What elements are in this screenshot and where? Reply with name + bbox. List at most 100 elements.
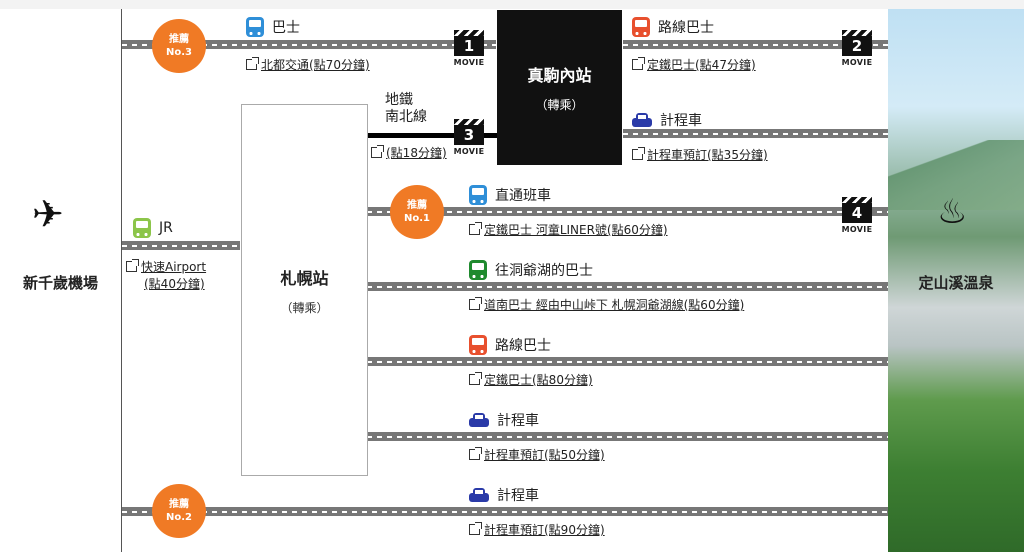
movie-button-1[interactable]: 1 MOVIE (453, 30, 485, 67)
route-bus-mid-link[interactable]: 定鐵巴士(點80分鐘) (469, 371, 593, 388)
route-track-route-bus (367, 357, 888, 366)
bus-icon (469, 335, 487, 355)
sapporo-station-name: 札幌站 (280, 268, 329, 288)
badge-label: 推薦 (407, 200, 427, 211)
external-link-icon (371, 145, 384, 158)
route-bus-right-link[interactable]: 定鐵巴士(點47分鐘) (632, 56, 756, 73)
external-link-icon (469, 522, 482, 535)
route-toya-label: 往洞爺湖的巴士 (469, 260, 593, 280)
route-bus-top-label: 巴士 (246, 17, 300, 37)
recommend-badge-no1: 推薦 No.1 (390, 185, 444, 239)
top-bar (0, 0, 1024, 9)
link-text: 計程車預訂(點50分鐘) (484, 448, 605, 462)
route-track-toya (367, 282, 888, 291)
route-direct-link[interactable]: 定鐵巴士 河童LINER號(點60分鐘) (469, 221, 668, 238)
badge-rank: No.3 (166, 47, 192, 58)
route-name: 計程車 (497, 413, 539, 429)
recommend-badge-no3: 推薦 No.3 (152, 19, 206, 73)
route-taxi-right-link[interactable]: 計程車預訂(點35分鐘) (632, 146, 768, 163)
bus-icon (246, 17, 264, 37)
train-icon (133, 218, 151, 238)
route-taxi-mid-link[interactable]: 計程車預訂(點50分鐘) (469, 446, 605, 463)
clapperboard-icon: 3 (454, 119, 484, 145)
external-link-icon (469, 222, 482, 235)
destination-name: 定山溪溫泉 (918, 274, 994, 292)
route-toya-link[interactable]: 道南巴士 經由中山峠下 札幌洞爺湖線(點60分鐘) (469, 296, 744, 313)
route-taxi-right-label: 計程車 (632, 110, 702, 130)
route-taxi-mid-label: 計程車 (469, 410, 539, 430)
link-text: 計程車預訂(點90分鐘) (484, 523, 605, 537)
link-text: 計程車預訂(點35分鐘) (647, 148, 768, 162)
route-bus-mid-label: 路線巴士 (469, 335, 551, 355)
route-name: JR (159, 220, 173, 236)
makomanai-station-name: 真駒內站 (527, 66, 592, 85)
sapporo-transfer-note: （轉乘） (280, 300, 329, 315)
link-text: (點18分鐘) (386, 146, 447, 160)
route-track-jr (122, 241, 240, 250)
taxi-icon (469, 412, 489, 428)
badge-label: 推薦 (169, 34, 189, 45)
external-link-icon (632, 57, 645, 70)
external-link-icon (632, 147, 645, 160)
route-jr-label: JR (133, 218, 173, 238)
movie-button-2[interactable]: 2 MOVIE (841, 30, 873, 67)
movie-label: MOVIE (841, 225, 873, 234)
recommend-badge-no2: 推薦 No.2 (152, 484, 206, 538)
link-text: (點40分鐘) (144, 277, 205, 291)
bus-icon (632, 17, 650, 37)
bus-icon (469, 260, 487, 280)
link-text: 快速Airport (141, 260, 207, 274)
route-name: 路線巴士 (658, 20, 714, 36)
movie-button-3[interactable]: 3 MOVIE (453, 119, 485, 156)
route-name: 路線巴士 (495, 338, 551, 354)
clapperboard-icon: 2 (842, 30, 872, 56)
route-taxi-bottom-label: 計程車 (469, 485, 539, 505)
route-name: 直通班車 (495, 188, 551, 204)
route-subway-label: 地鐵 南北線 (385, 92, 427, 126)
clapperboard-icon: 1 (454, 30, 484, 56)
external-link-icon (469, 372, 482, 385)
route-jr-link[interactable]: 快速Airport (126, 258, 206, 275)
badge-rank: No.1 (404, 213, 430, 224)
route-subway-link[interactable]: (點18分鐘) (371, 144, 447, 161)
route-direct-label: 直通班車 (469, 185, 551, 205)
link-text: 定鐵巴士(點80分鐘) (484, 373, 593, 387)
route-taxi-bottom-link[interactable]: 計程車預訂(點90分鐘) (469, 521, 605, 538)
route-name: 巴士 (272, 20, 300, 36)
route-bus-top-link[interactable]: 北都交通(點70分鐘) (246, 56, 370, 73)
sapporo-station: 札幌站 （轉乘） (241, 104, 368, 476)
makomanai-transfer-note: （轉乘） (535, 98, 584, 112)
link-text: 道南巴士 經由中山峠下 札幌洞爺湖線(點60分鐘) (484, 298, 745, 312)
movie-label: MOVIE (453, 58, 485, 67)
badge-rank: No.2 (166, 512, 192, 523)
airplane-icon: ✈ (32, 192, 64, 236)
route-name: 計程車 (497, 488, 539, 504)
external-link-icon (469, 447, 482, 460)
movie-label: MOVIE (453, 147, 485, 156)
route-name: 計程車 (660, 113, 702, 129)
bus-icon (469, 185, 487, 205)
route-track-taxi-mid (367, 432, 888, 441)
route-track-taxi-right (623, 129, 888, 138)
link-text: 北都交通(點70分鐘) (261, 58, 370, 72)
origin-name: 新千歲機場 (22, 274, 98, 292)
hot-spring-icon: ♨ (937, 192, 968, 232)
origin-divider (121, 9, 122, 552)
movie-button-4[interactable]: 4 MOVIE (841, 197, 873, 234)
route-bus-right-label: 路線巴士 (632, 17, 714, 37)
link-text: 定鐵巴士(點47分鐘) (647, 58, 756, 72)
movie-label: MOVIE (841, 58, 873, 67)
badge-label: 推薦 (169, 499, 189, 510)
route-name: 往洞爺湖的巴士 (495, 263, 593, 279)
makomanai-station: 真駒內站 （轉乘） (497, 10, 622, 165)
route-name: 地鐵 (385, 92, 413, 108)
external-link-icon (126, 259, 139, 272)
route-track-direct (367, 207, 888, 216)
external-link-icon (469, 297, 482, 310)
taxi-icon (469, 487, 489, 503)
route-name-line: 南北線 (385, 109, 427, 125)
taxi-icon (632, 112, 652, 128)
route-jr-link-time[interactable]: (點40分鐘) (144, 275, 205, 292)
clapperboard-icon: 4 (842, 197, 872, 223)
route-track-taxi-bottom (122, 507, 888, 516)
